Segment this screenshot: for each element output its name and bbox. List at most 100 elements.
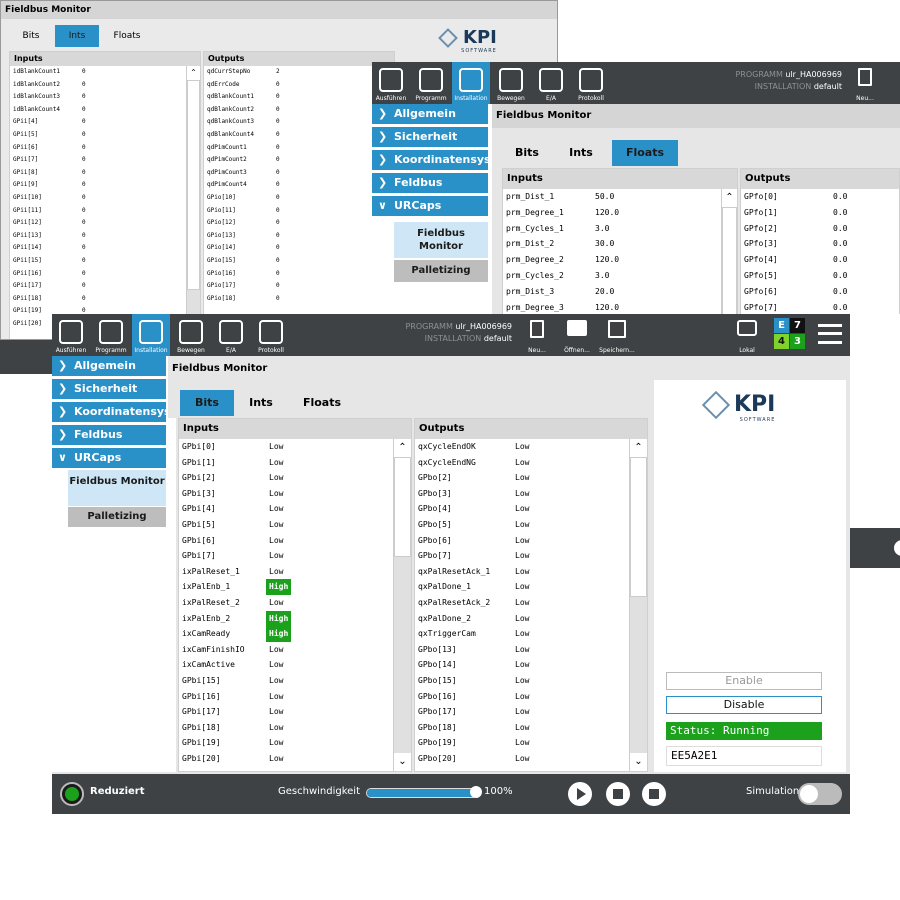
toolbar-io-button[interactable]: E/A [532,62,570,104]
row-value: High [266,610,292,627]
toolbar-run-button[interactable]: Ausführen [372,62,410,104]
tab-floats[interactable]: Floats [105,25,149,47]
row-name: GPii[7] [13,156,39,164]
scroll-down-icon[interactable]: ⌄ [630,753,647,771]
table-row: GPio[13] 0 [204,230,394,243]
scroll-thumb[interactable] [187,80,200,290]
toolbar-program-button[interactable]: Programm [92,314,130,356]
row-name: qxPalDone_2 [418,613,471,623]
row-value: 0 [276,282,280,290]
row-value: Low [515,629,530,639]
stop-icon[interactable] [642,782,666,806]
toolbar-io-button[interactable]: E/A [212,314,250,356]
row-name: GPii[6] [13,143,39,151]
table-row: qdCurrStepNo 2 [204,66,394,79]
tab-bits[interactable]: Bits [180,390,234,416]
row-name: prm_Degree_3 [506,302,564,312]
tab-ints[interactable]: Ints [236,390,286,416]
row-name: GPio[18] [207,294,236,302]
scroll-thumb[interactable] [394,457,411,557]
scroll-up-icon[interactable]: ⌃ [630,439,647,457]
tab-floats[interactable]: Floats [612,140,678,166]
row-name: GPbi[15] [182,676,221,685]
row-value: High [266,579,292,595]
sub-item-palletizing[interactable]: Palletizing [394,260,488,282]
inputs-scrollbar[interactable]: ⌃ [721,189,737,314]
new-button[interactable]: Neu... [518,314,556,356]
toolbar-installation-button[interactable]: Installation [452,62,490,104]
play-icon[interactable] [568,782,592,806]
scroll-down-icon[interactable]: ⌄ [394,753,411,771]
new-button[interactable]: Neu... [846,62,884,104]
table-row: GPii[4] 0 [10,116,186,129]
sidebar-item-urcaps[interactable]: ∨ URCaps [52,448,166,468]
disable-button[interactable]: Disable [666,696,822,714]
sidebar-item-koordinatensys[interactable]: ❯ Koordinatensys [372,150,491,170]
tab-bar: Bits Ints Floats [1,25,391,47]
row-name: GPii[11] [13,206,42,214]
tab-bits[interactable]: Bits [504,140,550,166]
open-button[interactable]: Öffnen... [558,314,596,356]
row-name: GPbo[13] [418,644,457,654]
row-value: Low [515,520,530,529]
speed-slider-knob[interactable] [470,786,482,798]
sidebar-item-feldbus[interactable]: ❯ Feldbus [372,173,488,193]
simulation-toggle[interactable] [798,783,842,805]
toolbar-move-button[interactable]: Bewegen [172,314,210,356]
row-name: qdErrCode [207,80,240,88]
tab-ints[interactable]: Ints [558,140,604,166]
row-name: GPbi[4] [182,504,216,514]
background-window-strip [850,528,900,568]
sidebar-item-feldbus[interactable]: ❯ Feldbus [52,425,166,445]
table-row: GPbo[19] Low [415,735,627,751]
toolbar-log-button[interactable]: Protokoll [252,314,290,356]
toolbar-move-button[interactable]: Bewegen [492,62,530,104]
sub-item-palletizing[interactable]: Palletizing [68,507,166,527]
sidebar-item-urcaps[interactable]: ∨ URCaps [372,196,488,216]
local-button[interactable]: Lokal [728,314,766,356]
hamburger-menu-icon[interactable] [818,324,842,344]
toolbar-log-button[interactable]: Protokoll [572,62,610,104]
row-value: 0 [276,93,280,101]
toolbar-installation-button[interactable]: Installation [132,314,170,356]
toolbar-program-button[interactable]: Programm [412,62,450,104]
inputs-scrollbar[interactable]: ⌃ [186,66,200,339]
table-row: GPio[18] 0 [204,293,394,306]
tab-bits[interactable]: Bits [11,25,51,47]
table-row: GPbo[18] Low [415,720,627,736]
outputs-scrollbar[interactable]: ⌃ ⌄ [629,439,647,771]
sidebar-item-sicherheit[interactable]: ❯ Sicherheit [52,379,166,399]
row-value: Low [269,598,284,607]
table-row: qxPalResetAck_1 Low [415,564,627,580]
row-value: 0 [276,143,280,151]
speed-slider[interactable] [366,788,478,798]
save-button[interactable]: Speichern... [598,314,636,356]
table-row: ixCamReady High [179,626,391,642]
robot-status-indicator[interactable]: E 7 4 3 [774,318,806,352]
scroll-up-icon[interactable]: ⌃ [722,189,737,207]
enable-button[interactable]: Enable [666,672,822,690]
row-name: GPii[16] [13,269,42,277]
scroll-thumb[interactable] [630,457,647,597]
scroll-up-icon[interactable]: ⌃ [394,439,411,457]
sub-item-fieldbus-monitor[interactable]: Fieldbus Monitor [68,470,166,506]
toolbar-run-button[interactable]: Ausführen [52,314,90,356]
tab-floats[interactable]: Floats [292,390,352,416]
tab-ints[interactable]: Ints [55,25,99,47]
table-row: ixPalEnb_2 High [179,610,391,627]
power-status-icon[interactable] [60,782,84,806]
row-value: Low [515,504,530,514]
sub-item-fieldbus-monitor[interactable]: Fieldbus Monitor [394,222,488,258]
speed-label: Geschwindigkeit [278,786,361,797]
row-name: GPbi[7] [182,551,216,561]
table-row: GPbi[3] Low [179,486,391,502]
sidebar-item-koordinatensys[interactable]: ❯ Koordinatensys [52,402,171,422]
sidebar-item-allgemein[interactable]: ❯ Allgemein [372,104,488,124]
step-icon[interactable] [606,782,630,806]
table-row: GPbo[17] Low [415,704,627,720]
scroll-thumb[interactable] [722,207,737,314]
inputs-scrollbar[interactable]: ⌃ ⌄ [393,439,411,771]
scroll-up-icon[interactable]: ⌃ [187,66,200,80]
sidebar-item-sicherheit[interactable]: ❯ Sicherheit [372,127,488,147]
sidebar-item-allgemein[interactable]: ❯ Allgemein [52,356,166,376]
